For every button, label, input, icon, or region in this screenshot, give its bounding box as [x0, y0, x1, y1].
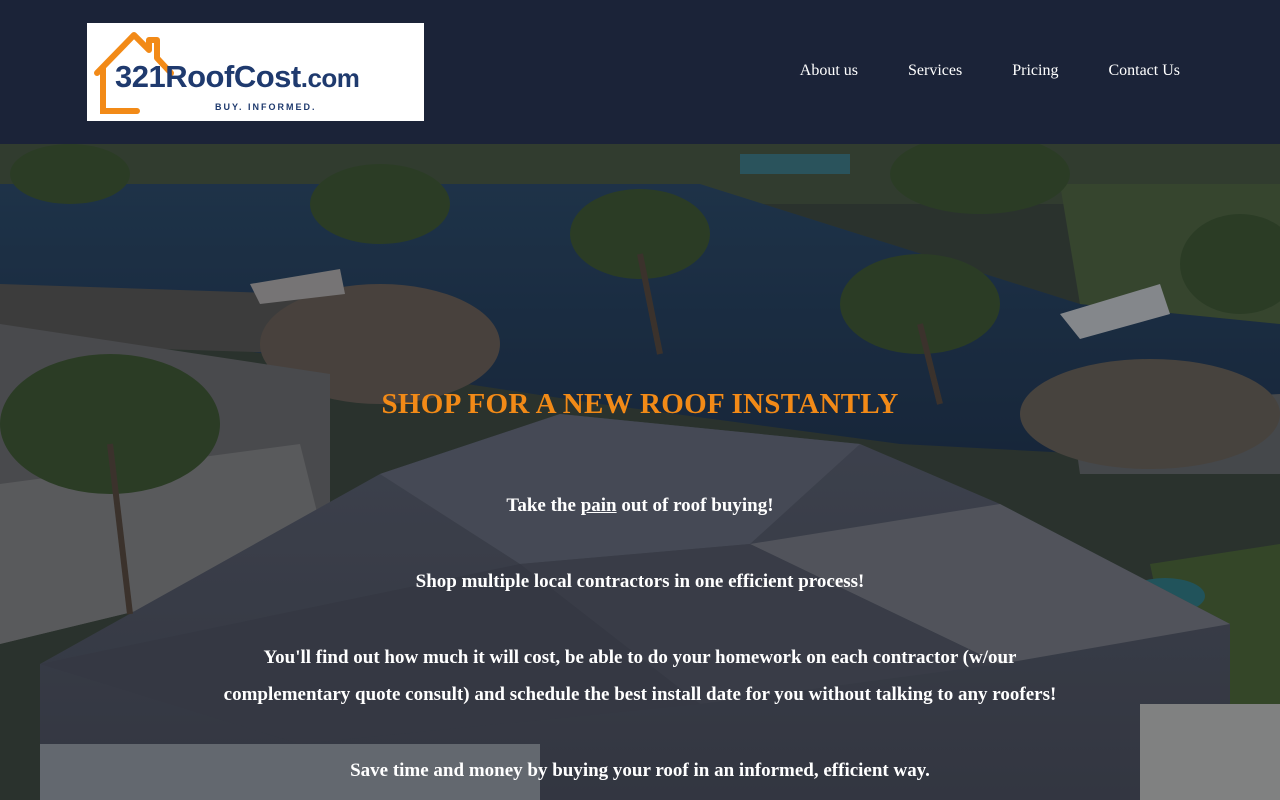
hero-headline: SHOP FOR A NEW ROOF INSTANTLY — [381, 388, 899, 420]
hero-p1-before: Take the — [506, 495, 581, 516]
hero-p1-after: out of roof buying! — [616, 495, 774, 516]
hero-p3-line-1: You'll find out how much it will cost, b… — [263, 647, 1017, 668]
nav-about-us[interactable]: About us — [800, 62, 858, 80]
main-nav: About us Services Pricing Contact Us — [800, 62, 1180, 80]
hero-section: SHOP FOR A NEW ROOF INSTANTLY Take the p… — [0, 144, 1280, 800]
hero-paragraph-4: Save time and money by buying your roof … — [350, 760, 930, 781]
logo-brand-domain: .com — [300, 63, 360, 93]
hero-p3-line-2: complementary quote consult) and schedul… — [223, 684, 1057, 705]
hero-paragraph-1: Take the pain out of roof buying! — [0, 487, 1280, 524]
logo-wordmark: 321RoofCost.com — [115, 59, 360, 94]
hero-p1-underlined: pain — [580, 495, 617, 516]
logo-tagline: BUY. INFORMED. — [215, 102, 317, 112]
logo-brand-num: 321 — [115, 59, 166, 94]
nav-services[interactable]: Services — [908, 62, 962, 80]
logo-brand-name: RoofCost — [165, 59, 301, 94]
site-header: 321RoofCost.com BUY. INFORMED. About us … — [0, 0, 1280, 144]
site-logo[interactable]: 321RoofCost.com BUY. INFORMED. — [87, 23, 424, 121]
nav-contact-us[interactable]: Contact Us — [1108, 62, 1180, 80]
hero-content: SHOP FOR A NEW ROOF INSTANTLY Take the p… — [0, 144, 1280, 800]
nav-pricing[interactable]: Pricing — [1012, 62, 1058, 80]
hero-paragraph-2: Shop multiple local contractors in one e… — [415, 571, 865, 592]
hero-paragraph-3: You'll find out how much it will cost, b… — [0, 639, 1280, 713]
